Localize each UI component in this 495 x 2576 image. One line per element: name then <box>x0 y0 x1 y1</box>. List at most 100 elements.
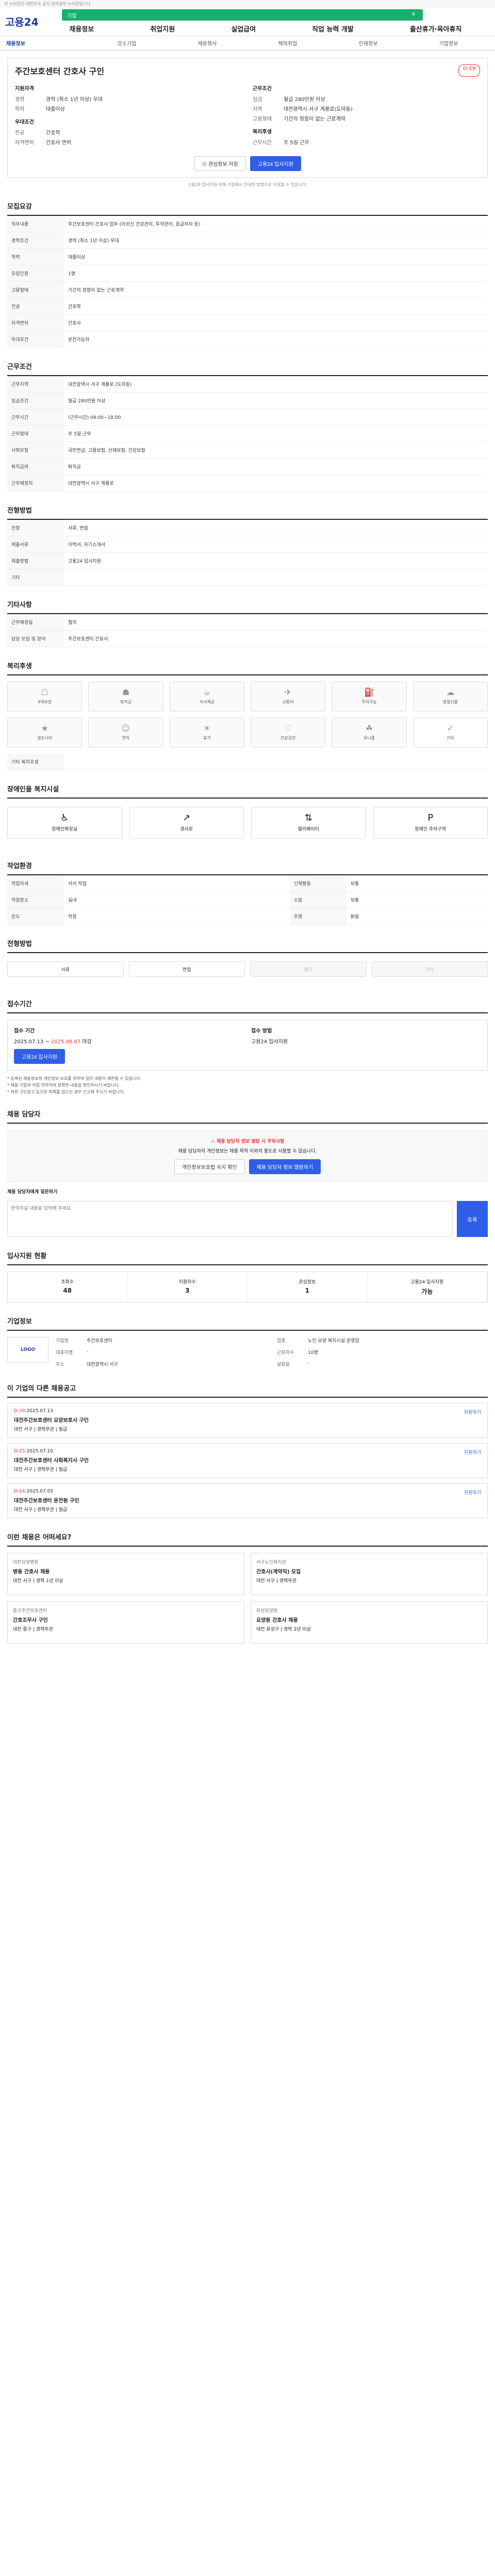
benefit-label: 건강검진 <box>280 736 296 740</box>
other-job-meta: D-14 2025.07.05 <box>14 1489 79 1494</box>
work-section: 근무조건 근무지역 대전광역시 서구 계룡로 (도마동) 임금조건 월급 280만원 … <box>7 361 488 492</box>
info-key: 기타 <box>7 569 64 586</box>
info-row: 경력조건 경력 (최소 1년 이상) 우대 <box>7 232 488 249</box>
recommend-title[interactable]: 간호조무사 구인 <box>13 1616 239 1623</box>
recommend-title[interactable]: 병동 간호사 채용 <box>13 1567 239 1575</box>
other-job-apply[interactable]: 지원하기 <box>445 1449 481 1472</box>
recommend-title[interactable]: 요양원 간호사 채용 <box>256 1616 482 1623</box>
env-row: 작업장소 실내 소음 보통 <box>7 891 488 908</box>
recommend-title[interactable]: 간호사(계약직) 모집 <box>256 1567 482 1575</box>
other-job-desc: 대전 서구 | 경력무관 | 월급 <box>14 1427 68 1433</box>
tab[interactable]: 인재정보 <box>328 39 408 47</box>
company-key: 근로자수 <box>277 1350 294 1356</box>
benefit-icon: ☺ <box>121 723 130 733</box>
summary-value: 기간의 정함이 없는 근로계약 <box>284 116 345 122</box>
recommend-card[interactable]: 서구노인복지관 간호사(계약직) 모집 대전 서구 | 경력무관 <box>251 1553 488 1596</box>
info-value: 1명 <box>64 265 488 282</box>
info-key: 근무지역 <box>7 376 64 393</box>
info-value: 고용24 입사지원 <box>64 552 488 569</box>
privacy-confirm-button[interactable]: 개인정보보호법 숙지 확인 <box>174 1159 245 1175</box>
nav-item[interactable]: 취업지원 <box>147 24 178 33</box>
info-key: 우대조건 <box>7 331 64 348</box>
tab-jobs[interactable]: 채용정보 <box>6 39 87 47</box>
summary-key: 근무시간 <box>253 140 272 146</box>
job-title: 주간보호센터 간호사 구인 <box>15 66 105 76</box>
company-value: 대전광역시 서구 <box>87 1362 118 1368</box>
alert-icon: ⚠ <box>210 1139 215 1145</box>
apply-notice: 고용24 입사지원 외에 기업에서 안내한 방법으로 지원할 수 있습니다. <box>188 182 307 187</box>
method-box: 서류 <box>7 961 124 977</box>
other-job-item[interactable]: D-14 2025.07.05 대전주간보호센터 운전원 구인 대전 서구 | 경력… <box>7 1483 488 1519</box>
tab[interactable]: 기업정보 <box>408 39 489 47</box>
benefit-card: ♡ 건강검진 <box>250 718 326 748</box>
job-summary-box: 주간보호센터 간호사 구인 D-19 지원자격 경력 경력 (최소 1년 이상) 우… <box>7 58 488 178</box>
info-value: 대전광역시 서구 계룡로 (도마동) <box>64 376 488 393</box>
tab[interactable]: 해외취업 <box>248 39 328 47</box>
nav-item[interactable]: 직업 능력 개발 <box>309 24 357 33</box>
company-row: 대표자명 - <box>56 1349 267 1355</box>
header: 고용24 기업 🔍 채용정보 취업지원 실업급여 직업 능력 개발 출산휴가·육… <box>0 7 495 36</box>
search-icon[interactable]: 🔍 <box>411 12 418 18</box>
recommend-card[interactable]: 유성요양원 요양원 간호사 채용 대전 유성구 | 경력 2년 이상 <box>251 1601 488 1644</box>
search-input[interactable]: 기업 <box>67 11 76 19</box>
recommend-company: 서구노인복지관 <box>256 1560 286 1566</box>
etc-table: 근무예정일 협의 담당 모집 및 분야 주간보호센터 간호사 <box>7 614 488 647</box>
section-title: 전형방법 <box>7 505 488 520</box>
benefit-icon: ✓ <box>447 723 454 733</box>
other-job-apply[interactable]: 지원하기 <box>445 1489 481 1513</box>
other-job-title[interactable]: 대전주간보호센터 사회복지사 구인 <box>14 1456 89 1464</box>
other-job-item[interactable]: D-25 2025.07.10 대전주간보호센터 사회복지사 구인 대전 서구 | … <box>7 1443 488 1479</box>
summary-key: 지역 <box>253 107 262 112</box>
section-title: 기타사항 <box>7 599 488 614</box>
info-key: 근무형태 <box>7 425 64 442</box>
other-job-title[interactable]: 대전주간보호센터 운전원 구인 <box>14 1496 79 1504</box>
site-logo[interactable]: 고용24 <box>5 14 41 29</box>
env-value: 실내 <box>64 891 290 908</box>
nav-item[interactable]: 채용정보 <box>67 24 97 33</box>
info-key: 전공 <box>7 298 64 315</box>
summary-group-title: 복리후생 <box>253 129 272 135</box>
period-label: 접수 기간 <box>14 1028 35 1034</box>
env-row: 온도 적정 조명 밝음 <box>7 908 488 925</box>
scrap-button[interactable]: ☆ 관심정보 저장 <box>194 156 246 171</box>
status-item: 관심정보 1 <box>248 1272 368 1302</box>
apply-button[interactable]: 고용24 입사지원 <box>250 156 301 171</box>
other-job-title[interactable]: 대전주간보호센터 요양보호사 구인 <box>14 1416 89 1423</box>
info-value: 대졸이상 <box>64 248 488 265</box>
other-job-item[interactable]: D-30 2025.07.13 대전주간보호센터 요양보호사 구인 대전 서구 | … <box>7 1403 488 1438</box>
tab[interactable]: 채용행사 <box>167 39 248 47</box>
period-method: 고용24 입사지원 <box>251 1039 288 1045</box>
view-contact-button[interactable]: 채용 담당자 정보 열람하기 <box>249 1159 321 1175</box>
contact-section: 채용 담당자 ⚠ 채용 담당자 정보 열람 시 주의사항 채용 담당자의 개인정… <box>7 1109 488 1238</box>
section-title: 모집요강 <box>7 201 488 216</box>
inquiry-input[interactable] <box>7 1201 453 1238</box>
method-section: 전형방법 서류 면접 필기 기타 <box>7 938 488 985</box>
note-line: * 허위 구인광고 등으로 피해를 입으신 경우 신고해 주시기 바랍니다. <box>7 1089 125 1094</box>
recommend-card[interactable]: 중구주간보호센터 간호조무사 구인 대전 중구 | 경력무관 <box>7 1601 244 1644</box>
recommend-company: 중구주간보호센터 <box>13 1608 47 1614</box>
summary-value: 경력 (최소 1년 이상) 우대 <box>46 97 103 103</box>
info-value: 월급 280만원 이상 <box>64 392 488 409</box>
env-key: 신체활동 <box>289 875 346 892</box>
tab[interactable]: 강소기업 <box>87 39 167 47</box>
inquiry-submit-button[interactable]: 등록 <box>457 1201 488 1238</box>
benefit-label: 유니폼 <box>363 736 375 740</box>
benefit-icon: ✈ <box>284 687 292 697</box>
other-job-apply[interactable]: 지원하기 <box>445 1409 481 1432</box>
recommend-card[interactable]: 대전요양병원 병동 간호사 채용 대전 서구 | 경력 1년 이상 <box>7 1553 244 1596</box>
info-row: 근무예정일 협의 <box>7 614 488 631</box>
apply-button-2[interactable]: 고용24 입사지원 <box>14 1049 65 1064</box>
info-value: 이력서, 자기소개서 <box>64 536 488 553</box>
info-row: 근무형태 주 5일 근무 <box>7 425 488 442</box>
nav-item[interactable]: 실업급여 <box>228 24 259 33</box>
other-jobs-section: 이 기업의 다른 채용공고 D-30 2025.07.13 대전주간보호센터 요양… <box>7 1383 488 1519</box>
info-value: 주 5일 근무 <box>64 425 488 442</box>
nav-item[interactable]: 출산휴가·육아휴직 <box>407 24 465 33</box>
benefit-card: ☀ 휴가 <box>169 718 244 748</box>
search-bar[interactable]: 기업 🔍 <box>62 9 423 21</box>
info-value: 간호학 <box>64 298 488 315</box>
info-value: (근무시간) 09:00~18:00 <box>64 409 488 426</box>
work-table: 근무지역 대전광역시 서구 계룡로 (도마동) 임금조건 월급 280만원 이상 근무시… <box>7 376 488 492</box>
info-value: 기간의 정함이 없는 근로계약 <box>64 281 488 298</box>
info-row: 우대조건 운전가능자 <box>7 331 488 348</box>
